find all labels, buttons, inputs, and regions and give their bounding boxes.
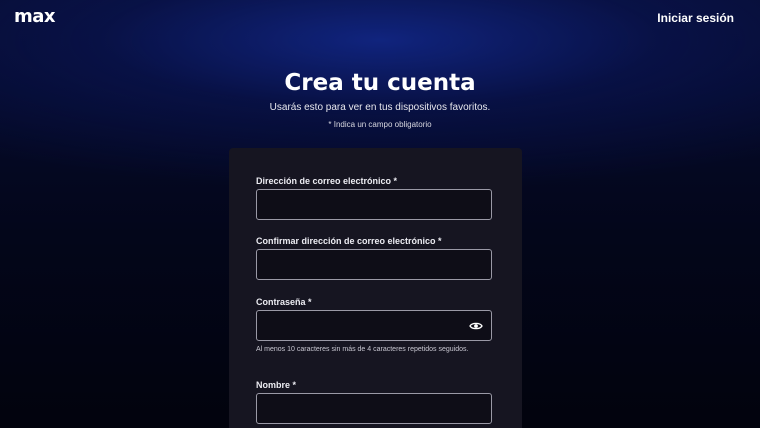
confirm-email-label: Confirmar dirección de correo electrónic… xyxy=(256,236,442,246)
signin-link[interactable]: Iniciar sesión xyxy=(657,11,734,25)
password-hint: Al menos 10 caracteres sin más de 4 cara… xyxy=(256,346,469,353)
name-field[interactable] xyxy=(256,393,492,424)
page-title: Crea tu cuenta xyxy=(284,70,476,96)
signup-form-card: Dirección de correo electrónico * Confir… xyxy=(229,148,522,428)
name-label: Nombre * xyxy=(256,380,297,390)
confirm-email-field[interactable] xyxy=(256,249,492,280)
max-logo[interactable]: max xyxy=(14,6,56,27)
email-field[interactable] xyxy=(256,189,492,220)
password-label: Contraseña * xyxy=(256,297,312,307)
required-field-note: * Indica un campo obligatorio xyxy=(328,120,432,129)
eye-icon[interactable] xyxy=(469,319,483,333)
page-subtitle: Usarás esto para ver en tus dispositivos… xyxy=(269,102,491,113)
password-field[interactable] xyxy=(256,310,492,341)
email-label: Dirección de correo electrónico * xyxy=(256,176,398,186)
top-bar: max Iniciar sesión xyxy=(0,0,760,36)
